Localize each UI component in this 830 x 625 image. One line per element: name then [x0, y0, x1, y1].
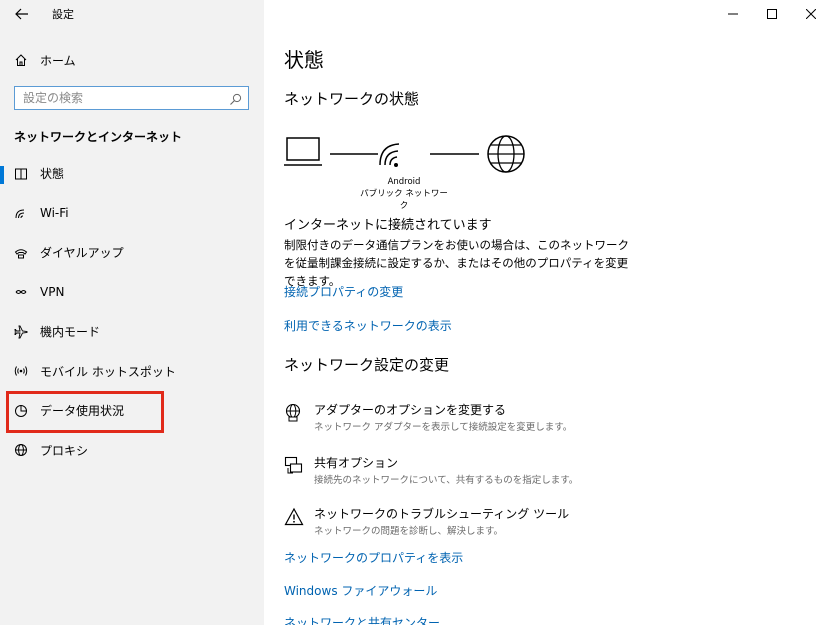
- window-controls: [713, 0, 830, 28]
- main-panel: 状態 ネットワークの状態 Android パブリック ネットワーク インターネッ…: [264, 0, 830, 625]
- airplane-icon: [6, 325, 36, 339]
- back-arrow-icon: [15, 8, 28, 20]
- sidebar-item-label: Wi-Fi: [40, 206, 69, 221]
- home-icon: [6, 53, 36, 67]
- sharing-options-item[interactable]: 共有オプション 接続先のネットワークについて、共有するものを指定します。: [284, 454, 804, 494]
- search-icon[interactable]: [229, 91, 242, 110]
- sidebar-item-wifi[interactable]: Wi-Fi: [6, 194, 258, 234]
- sidebar-item-label: ダイヤルアップ: [40, 246, 124, 261]
- adapter-icon: [284, 403, 304, 423]
- troubleshooter-item[interactable]: ネットワークのトラブルシューティング ツール ネットワークの問題を診断し、解決し…: [284, 505, 804, 545]
- status-icon: [6, 167, 36, 181]
- maximize-button[interactable]: [752, 0, 791, 28]
- network-caption: Android パブリック ネットワーク: [359, 176, 449, 212]
- option-description: ネットワーク アダプターを表示して接続設定を変更します。: [314, 422, 573, 433]
- network-type: パブリック ネットワーク: [360, 189, 448, 211]
- minimize-button[interactable]: [713, 0, 752, 28]
- option-title: アダプターのオプションを変更する: [314, 403, 507, 417]
- close-icon: [805, 9, 816, 19]
- network-name: Android: [387, 177, 421, 187]
- wifi-signal-icon: [379, 143, 400, 167]
- warning-icon: [284, 507, 304, 527]
- page-title: 状態: [284, 48, 324, 72]
- adapter-options-item[interactable]: アダプターのオプションを変更する ネットワーク アダプターを表示して接続設定を変…: [284, 401, 804, 441]
- search-input[interactable]: [15, 87, 215, 109]
- available-networks-link[interactable]: 利用できるネットワークの表示: [284, 317, 452, 334]
- connection-status-title: インターネットに接続されています: [284, 218, 492, 233]
- sidebar-item-vpn[interactable]: VPN: [6, 273, 258, 313]
- close-button[interactable]: [791, 0, 830, 28]
- highlight-box: [6, 391, 164, 433]
- connection-description: 制限付きのデータ通信プランをお使いの場合は、このネットワークを従量制課金接続に設…: [284, 238, 629, 288]
- vpn-icon: [6, 285, 36, 299]
- app-title: 設定: [52, 8, 74, 21]
- sidebar-item-airplane[interactable]: 機内モード: [6, 312, 258, 352]
- sidebar-item-dialup[interactable]: ダイヤルアップ: [6, 233, 258, 273]
- back-button[interactable]: [8, 2, 36, 26]
- sharing-center-link[interactable]: ネットワークと共有センター: [284, 614, 440, 625]
- section-title: ネットワークとインターネット: [14, 130, 183, 144]
- option-title: 共有オプション: [314, 456, 399, 470]
- minimize-icon: [727, 13, 738, 15]
- option-description: 接続先のネットワークについて、共有するものを指定します。: [314, 475, 579, 486]
- internet-globe-icon: [487, 135, 525, 173]
- firewall-link[interactable]: Windows ファイアウォール: [284, 582, 437, 599]
- sidebar-item-label: 機内モード: [40, 325, 101, 340]
- sidebar-item-label: VPN: [40, 285, 65, 300]
- option-description: ネットワークの問題を診断し、解決します。: [314, 526, 504, 537]
- sidebar-item-label: モバイル ホットスポット: [40, 364, 176, 379]
- network-status-heading: ネットワークの状態: [284, 90, 420, 108]
- sidebar-item-label: プロキシ: [40, 443, 89, 458]
- sidebar-item-proxy[interactable]: プロキシ: [6, 431, 258, 471]
- sidebar-item-label: 状態: [40, 167, 65, 182]
- network-properties-link[interactable]: ネットワークのプロパティを表示: [284, 549, 463, 566]
- sharing-icon: [284, 456, 304, 476]
- home-nav-item[interactable]: ホーム: [6, 46, 256, 74]
- laptop-icon: [284, 137, 322, 166]
- sidebar-item-hotspot[interactable]: モバイル ホットスポット: [6, 352, 258, 392]
- settings-search[interactable]: [14, 86, 249, 110]
- option-title: ネットワークのトラブルシューティング ツール: [314, 507, 570, 521]
- maximize-icon: [766, 9, 777, 19]
- globe-icon: [6, 443, 36, 457]
- connection-properties-link[interactable]: 接続プロパティの変更: [284, 283, 403, 300]
- sidebar-item-status[interactable]: 状態: [0, 154, 258, 194]
- home-label: ホーム: [40, 53, 76, 68]
- wifi-icon: [6, 206, 36, 220]
- sidebar: 設定 ホーム ネットワークとインターネット 状態 Wi-Fi: [0, 0, 264, 625]
- change-settings-heading: ネットワーク設定の変更: [284, 356, 450, 374]
- hotspot-icon: [6, 364, 36, 378]
- dialup-icon: [6, 246, 36, 260]
